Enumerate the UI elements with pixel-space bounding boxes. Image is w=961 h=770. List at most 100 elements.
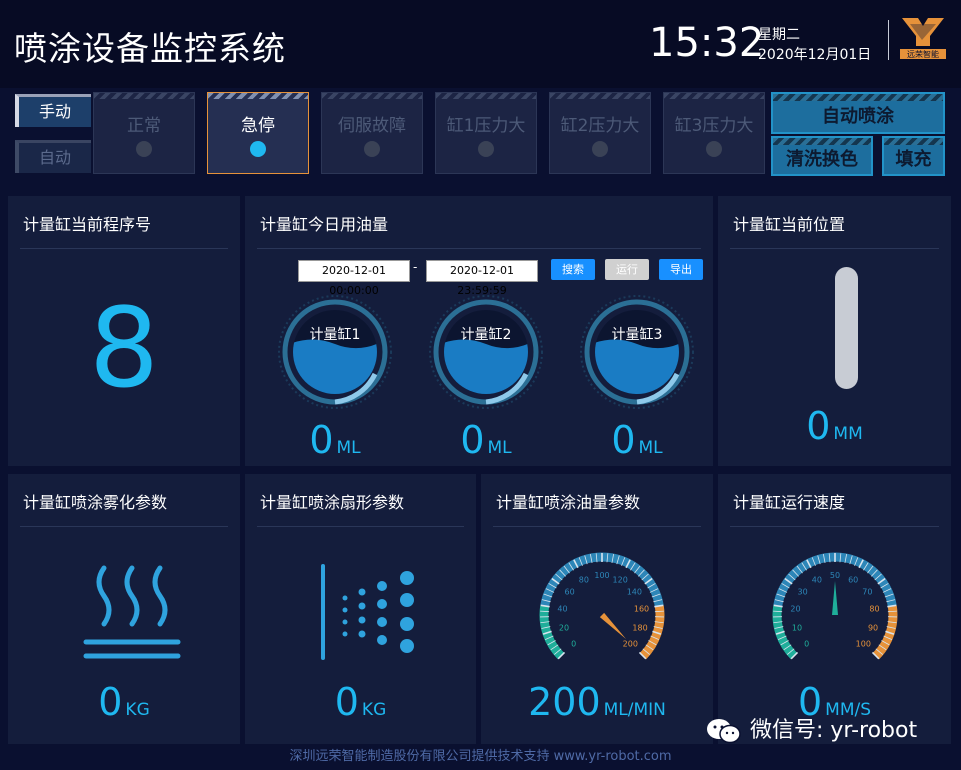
logo-divider [888,20,889,60]
panel-title: 计量缸当前程序号 [23,215,152,234]
gauge-tick-label: 100 [594,571,609,580]
gauge-tick [773,610,783,613]
gauge-tick-label: 90 [868,623,878,632]
status-label: 缸1压力大 [446,116,526,136]
status-tank2-pressure: 缸2压力大 [549,92,651,174]
atomize-panel: 计量缸喷涂雾化参数 0 KG [8,474,240,744]
clean-color-change-button[interactable]: 清洗换色 [771,136,873,176]
gauge-tick-label: 80 [579,575,589,584]
gauge-tick-label: 20 [790,605,800,614]
status-label: 正常 [127,116,161,136]
gauge-tick-label: 0 [804,639,809,648]
status-normal: 正常 [93,92,195,174]
wechat-icon [707,719,741,744]
wechat-watermark: 微信号: yr-robot [705,712,917,745]
wechat-id: 微信号: yr-robot [750,718,918,743]
fan-panel: 计量缸喷涂扇形参数 0 KG [245,474,476,744]
mode-auto-button[interactable]: 自动 [15,140,91,173]
tank-gauges [278,295,694,409]
gauge-needle [832,581,838,615]
tank-1-value: 0 ML [309,418,361,462]
flow-gauge: 020 40 60 80 100 120 140 160 180 200 [539,552,665,660]
status-indicator [250,141,266,157]
tank-3-gauge [580,295,694,409]
gauge-tick-label: 40 [557,605,567,614]
spray-fan-icon [321,564,414,660]
gauge-tick-label: 40 [812,575,822,584]
gauge-tick-label: 120 [613,575,628,584]
status-indicator [136,141,152,157]
gauge-tick-label: 60 [565,587,575,596]
panel-title: 计量缸今日用油量 [260,215,389,234]
panel-title: 计量缸喷涂扇形参数 [260,493,405,512]
tank-3-name: 计量缸3 [611,327,663,343]
position-panel: 计量缸当前位置 0 MM [718,196,951,466]
panel-title: 计量缸喷涂油量参数 [496,493,641,512]
company-logo: 远荣智能 [900,16,946,60]
fill-button[interactable]: 填充 [882,136,945,176]
atomize-value: 0 KG [98,680,150,724]
status-label: 缸2压力大 [560,116,640,136]
status-servo-fault: 伺服故障 [321,92,423,174]
position-value: 0 MM [806,404,863,448]
status-emergency-stop: 急停 [207,92,309,174]
date: 2020年12月01日 [758,47,872,63]
gauge-arc-mid [540,552,664,607]
gauge-tick-label: 140 [627,587,642,596]
fan-value: 0 KG [334,680,387,724]
auto-spray-label: 自动喷涂 [822,106,894,127]
search-button[interactable]: 搜索 [551,259,595,280]
gauge-tick-label: 10 [792,623,802,632]
export-button[interactable]: 导出 [659,259,703,280]
fill-label: 填充 [895,149,932,170]
gauge-tick-label: 160 [634,605,649,614]
gauge-tick-label: 200 [623,639,638,648]
gauge-tick-label: 0 [571,639,576,648]
mode-manual-button[interactable]: 手动 [15,94,91,127]
status-tank3-pressure: 缸3压力大 [663,92,765,174]
clean-label: 清洗换色 [786,149,858,170]
tank-1-name: 计量缸1 [309,327,361,343]
gauge-tick-label: 30 [798,587,808,596]
speed-panel: 计量缸运行速度 0 10 20 30 40 50 60 70 80 90 100 0 MM/S [718,474,951,744]
tank-1-gauge [278,295,392,409]
app-title: 喷涂设备监控系统 [14,29,286,68]
gauge-needle [599,612,627,640]
program-panel: 计量缸当前程序号 8 [8,196,240,466]
footer-support-text: 深圳远荣智能制造股份有限公司提供技术支持 www.yr-robot.com [0,744,961,770]
status-tank1-pressure: 缸1压力大 [435,92,537,174]
gauge-tick-label: 60 [848,575,858,584]
flow-value: 200 ML/MIN [528,680,666,724]
auto-spray-button[interactable]: 自动喷涂 [771,92,945,134]
status-indicator [364,141,380,157]
clock-time: 15:32 [649,20,765,66]
panel-title: 计量缸运行速度 [733,493,846,512]
panel-title: 计量缸当前位置 [733,215,846,234]
end-datetime-input[interactable]: 2020-12-01 23:59:59 [426,260,538,297]
gauge-tick-label: 50 [830,571,840,580]
tank-2-value: 0 ML [460,418,512,462]
date-range-separator: - [413,260,418,274]
weekday: 星期二 [758,27,800,43]
status-label: 急停 [241,116,275,136]
steam-icon [83,565,181,659]
gauge-tick-label: 20 [559,623,569,632]
gauge-tick-label: 70 [862,587,872,596]
gauge-tick [887,610,897,613]
gauge-tick-label: 180 [632,623,647,632]
logo-text: 远荣智能 [907,49,939,59]
gauge-tick [540,610,550,613]
status-label: 伺服故障 [338,116,406,136]
start-datetime-input[interactable]: 2020-12-01 00:00:00 [298,260,410,297]
tank-2-gauge [429,295,543,409]
status-label: 缸3压力大 [674,116,754,136]
position-bar [835,267,858,389]
speed-gauge: 010 20 30 40 50 60 70 80 90 100 [772,552,898,660]
gauge-tick [654,610,664,613]
flow-panel: 计量缸喷涂油量参数 0 20 40 60 80 100 120 140 160 180 200 20… [481,474,713,744]
status-indicator [592,141,608,157]
status-indicator [478,141,494,157]
status-indicator [706,141,722,157]
run-button[interactable]: 运行 [605,259,649,280]
tank-3-value: 0 ML [611,418,663,462]
